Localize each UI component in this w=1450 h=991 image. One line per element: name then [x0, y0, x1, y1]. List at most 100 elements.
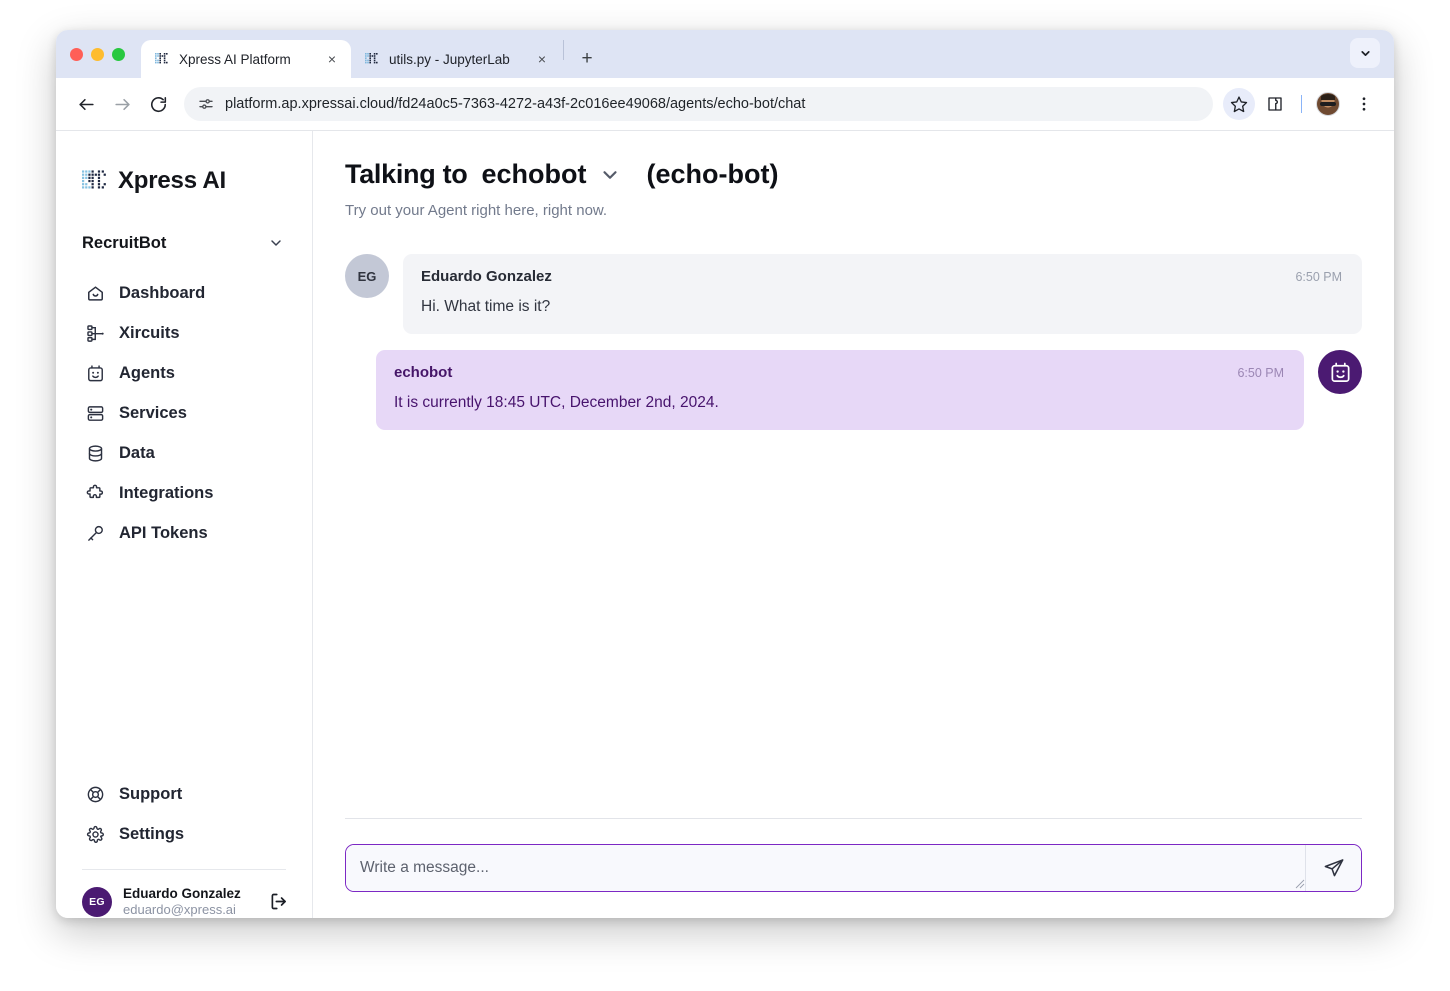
message-text: Hi. What time is it? — [421, 298, 551, 315]
sidebar-item-label: Agents — [119, 363, 175, 382]
chat-message-bot: echobot 6:50 PM It is currently 18:45 UT… — [345, 350, 1362, 430]
message-composer — [345, 844, 1362, 892]
logout-button[interactable] — [266, 890, 290, 914]
reload-icon — [150, 96, 166, 112]
tab-title: utils.py - JupyterLab — [389, 51, 510, 67]
message-input[interactable] — [346, 845, 1305, 891]
minimize-window-button[interactable] — [91, 47, 104, 61]
message-sender: Eduardo Gonzalez — [421, 268, 552, 285]
url-text: platform.ap.xpressai.cloud/fd24a0c5-7363… — [225, 96, 806, 112]
reload-button[interactable] — [142, 88, 174, 120]
bot-face-icon — [86, 364, 105, 383]
page-subtitle: Try out your Agent right here, right now… — [345, 202, 608, 219]
message-text: It is currently 18:45 UTC, December 2nd,… — [394, 394, 719, 411]
message-header: Eduardo Gonzalez 6:50 PM — [421, 268, 1342, 285]
agent-selector-button[interactable] — [599, 164, 621, 186]
extensions-button[interactable] — [1259, 88, 1291, 120]
message-list: EG Eduardo Gonzalez 6:50 PM Hi. What tim… — [345, 219, 1362, 818]
message-bubble: echobot 6:50 PM It is currently 18:45 UT… — [376, 350, 1304, 430]
avatar — [1318, 350, 1362, 394]
back-arrow-icon — [78, 98, 94, 110]
xpress-favicon-icon — [155, 53, 168, 64]
home-icon — [86, 284, 105, 303]
message-header: echobot 6:50 PM — [394, 364, 1284, 381]
window-controls — [70, 30, 141, 78]
sidebar-item-agents[interactable]: Agents — [56, 353, 312, 393]
chevron-down-icon — [271, 240, 281, 246]
sidebar-item-api-tokens[interactable]: API Tokens — [56, 513, 312, 553]
chat-header: Talking to echobot (echo-bot) Try out yo… — [345, 131, 1362, 219]
site-settings-icon[interactable] — [198, 96, 214, 112]
composer-divider — [345, 818, 1362, 819]
extensions-puzzle-icon — [1268, 97, 1282, 111]
node-tree-icon — [86, 324, 105, 343]
browser-tab-2[interactable]: utils.py - JupyterLab × — [351, 40, 561, 78]
server-icon — [86, 404, 105, 423]
forward-button[interactable] — [106, 88, 138, 120]
close-window-button[interactable] — [70, 47, 83, 61]
browser-window: Xpress AI Platform × utils.py - JupyterL… — [56, 30, 1394, 918]
browser-toolbar: platform.ap.xpressai.cloud/fd24a0c5-7363… — [56, 78, 1394, 130]
page-title: Talking to echobot (echo-bot) — [345, 159, 1362, 190]
sidebar-item-settings[interactable]: Settings — [56, 815, 312, 855]
tab-close-icon[interactable]: × — [533, 50, 551, 68]
tab-separator — [563, 40, 564, 60]
user-meta: Eduardo Gonzalez eduardo@xpress.ai — [123, 886, 255, 918]
sidebar-bottom: Support Settings EG Eduardo Gonzalez edu… — [56, 763, 312, 918]
title-prefix: Talking to — [345, 159, 468, 189]
forward-arrow-icon — [114, 98, 130, 110]
agent-id: (echo-bot) — [646, 159, 779, 189]
tab-search-button[interactable] — [1350, 38, 1380, 68]
sidebar-item-label: Xircuits — [119, 323, 180, 342]
chat-main: Talking to echobot (echo-bot) Try out yo… — [313, 131, 1394, 918]
sidebar-item-label: Services — [119, 403, 187, 422]
sidebar-item-services[interactable]: Services — [56, 393, 312, 433]
browser-tab-1[interactable]: Xpress AI Platform × — [141, 40, 351, 78]
sidebar-nav-secondary: Support Settings — [56, 775, 312, 855]
sidebar-item-data[interactable]: Data — [56, 433, 312, 473]
sidebar-user-box[interactable]: EG Eduardo Gonzalez eduardo@xpress.ai — [56, 870, 312, 918]
message-timestamp: 6:50 PM — [1237, 366, 1284, 380]
browser-menu-button[interactable] — [1348, 88, 1380, 120]
profile-avatar — [1316, 92, 1340, 116]
avatar: EG — [82, 886, 112, 917]
agent-name: echobot — [481, 159, 587, 189]
sidebar: Xpress AI RecruitBot Dashboard Xircuits … — [56, 131, 313, 918]
xpress-favicon-icon — [365, 53, 378, 64]
gear-icon — [86, 825, 105, 844]
database-icon — [86, 444, 105, 463]
send-button[interactable] — [1305, 845, 1361, 891]
send-paper-plane-icon — [1324, 859, 1343, 877]
workspace-switcher[interactable]: RecruitBot — [56, 225, 312, 261]
logout-icon — [271, 893, 286, 910]
chevron-down-icon — [602, 170, 617, 179]
textarea-resize-grip[interactable] — [1295, 879, 1305, 889]
back-button[interactable] — [70, 88, 102, 120]
new-tab-button[interactable]: + — [572, 44, 602, 74]
avatar: EG — [345, 254, 389, 298]
workspace-name: RecruitBot — [82, 233, 167, 252]
sidebar-item-support[interactable]: Support — [56, 775, 312, 815]
sidebar-item-label: API Tokens — [119, 523, 208, 542]
chat-message-user: EG Eduardo Gonzalez 6:50 PM Hi. What tim… — [345, 254, 1362, 334]
sidebar-item-label: Integrations — [119, 483, 214, 502]
sidebar-item-xircuits[interactable]: Xircuits — [56, 313, 312, 353]
user-name: Eduardo Gonzalez — [123, 885, 241, 901]
sidebar-item-dashboard[interactable]: Dashboard — [56, 273, 312, 313]
profile-button[interactable] — [1312, 88, 1344, 120]
brand-logo-area[interactable]: Xpress AI — [56, 131, 312, 203]
sidebar-item-label: Settings — [119, 825, 185, 844]
star-icon — [1230, 96, 1248, 113]
sidebar-item-label: Data — [119, 443, 155, 462]
bookmark-button[interactable] — [1223, 88, 1255, 120]
user-email: eduardo@xpress.ai — [123, 902, 236, 918]
lifebuoy-icon — [86, 785, 105, 804]
composer-area — [345, 818, 1362, 918]
three-dot-menu-icon — [1362, 97, 1366, 111]
address-bar[interactable]: platform.ap.xpressai.cloud/fd24a0c5-7363… — [184, 87, 1213, 121]
sidebar-item-integrations[interactable]: Integrations — [56, 473, 312, 513]
maximize-window-button[interactable] — [112, 47, 125, 61]
chevron-down-icon — [1360, 50, 1370, 56]
puzzle-piece-icon — [86, 484, 105, 503]
tab-close-icon[interactable]: × — [323, 50, 341, 68]
